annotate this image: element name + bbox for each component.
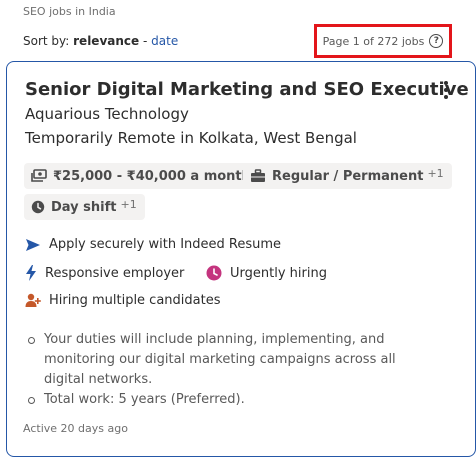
sort-bar: Sort by: relevance - date bbox=[23, 34, 178, 48]
lightning-bolt-icon bbox=[26, 265, 36, 281]
sort-label: Sort by: bbox=[23, 34, 70, 48]
clock-icon bbox=[31, 200, 45, 214]
sort-date-link[interactable]: date bbox=[151, 34, 178, 48]
shift-more: +1 bbox=[120, 197, 137, 211]
money-icon bbox=[31, 169, 47, 182]
company-name: Aquarious Technology bbox=[25, 105, 189, 123]
job-card[interactable]: Senior Digital Marketing and SEO Executi… bbox=[6, 61, 476, 457]
job-snippet: Your duties will include planning, imple… bbox=[24, 330, 414, 410]
feature-hiring-text: Hiring multiple candidates bbox=[49, 293, 221, 308]
question-circle-icon[interactable]: ? bbox=[429, 34, 444, 48]
feature-hiring: Hiring multiple candidates bbox=[25, 293, 221, 308]
pagination-count: Page 1 of 272 jobs ? bbox=[314, 24, 452, 58]
feature-responsive: Responsive employer bbox=[25, 265, 184, 281]
snippet-item: Your duties will include planning, imple… bbox=[24, 330, 414, 390]
shift-text: Day shift bbox=[51, 199, 117, 215]
sort-separator: - bbox=[143, 34, 148, 48]
clock-alert-icon bbox=[206, 265, 222, 281]
job-type-tag[interactable]: Regular / Permanent +1 bbox=[243, 163, 452, 189]
briefcase-icon bbox=[251, 169, 265, 182]
salary-tag: ₹25,000 - ₹40,000 a month bbox=[24, 163, 259, 189]
send-arrow-icon bbox=[26, 238, 40, 251]
posted-date: Active 20 days ago bbox=[23, 422, 128, 435]
job-title[interactable]: Senior Digital Marketing and SEO Executi… bbox=[25, 79, 469, 100]
salary-text: ₹25,000 - ₹40,000 a month bbox=[53, 168, 251, 184]
add-person-icon bbox=[25, 293, 41, 307]
sort-relevance: relevance bbox=[73, 34, 140, 48]
job-type-more: +1 bbox=[427, 166, 444, 180]
snippet-item: Total work: 5 years (Preferred). bbox=[24, 390, 414, 410]
breadcrumb: SEO jobs in India bbox=[23, 5, 116, 18]
kebab-menu-icon[interactable] bbox=[443, 81, 449, 101]
feature-urgent-text: Urgently hiring bbox=[230, 265, 327, 281]
pagination-text: Page 1 of 272 jobs bbox=[322, 34, 425, 48]
job-location: Temporarily Remote in Kolkata, West Beng… bbox=[25, 129, 357, 147]
job-type-text: Regular / Permanent bbox=[272, 168, 424, 184]
feature-responsive-text: Responsive employer bbox=[45, 265, 185, 281]
shift-tag[interactable]: Day shift +1 bbox=[24, 194, 145, 220]
feature-apply: Apply securely with Indeed Resume bbox=[25, 237, 281, 252]
feature-urgent: Urgently hiring bbox=[206, 265, 327, 281]
feature-apply-text: Apply securely with Indeed Resume bbox=[49, 237, 282, 252]
